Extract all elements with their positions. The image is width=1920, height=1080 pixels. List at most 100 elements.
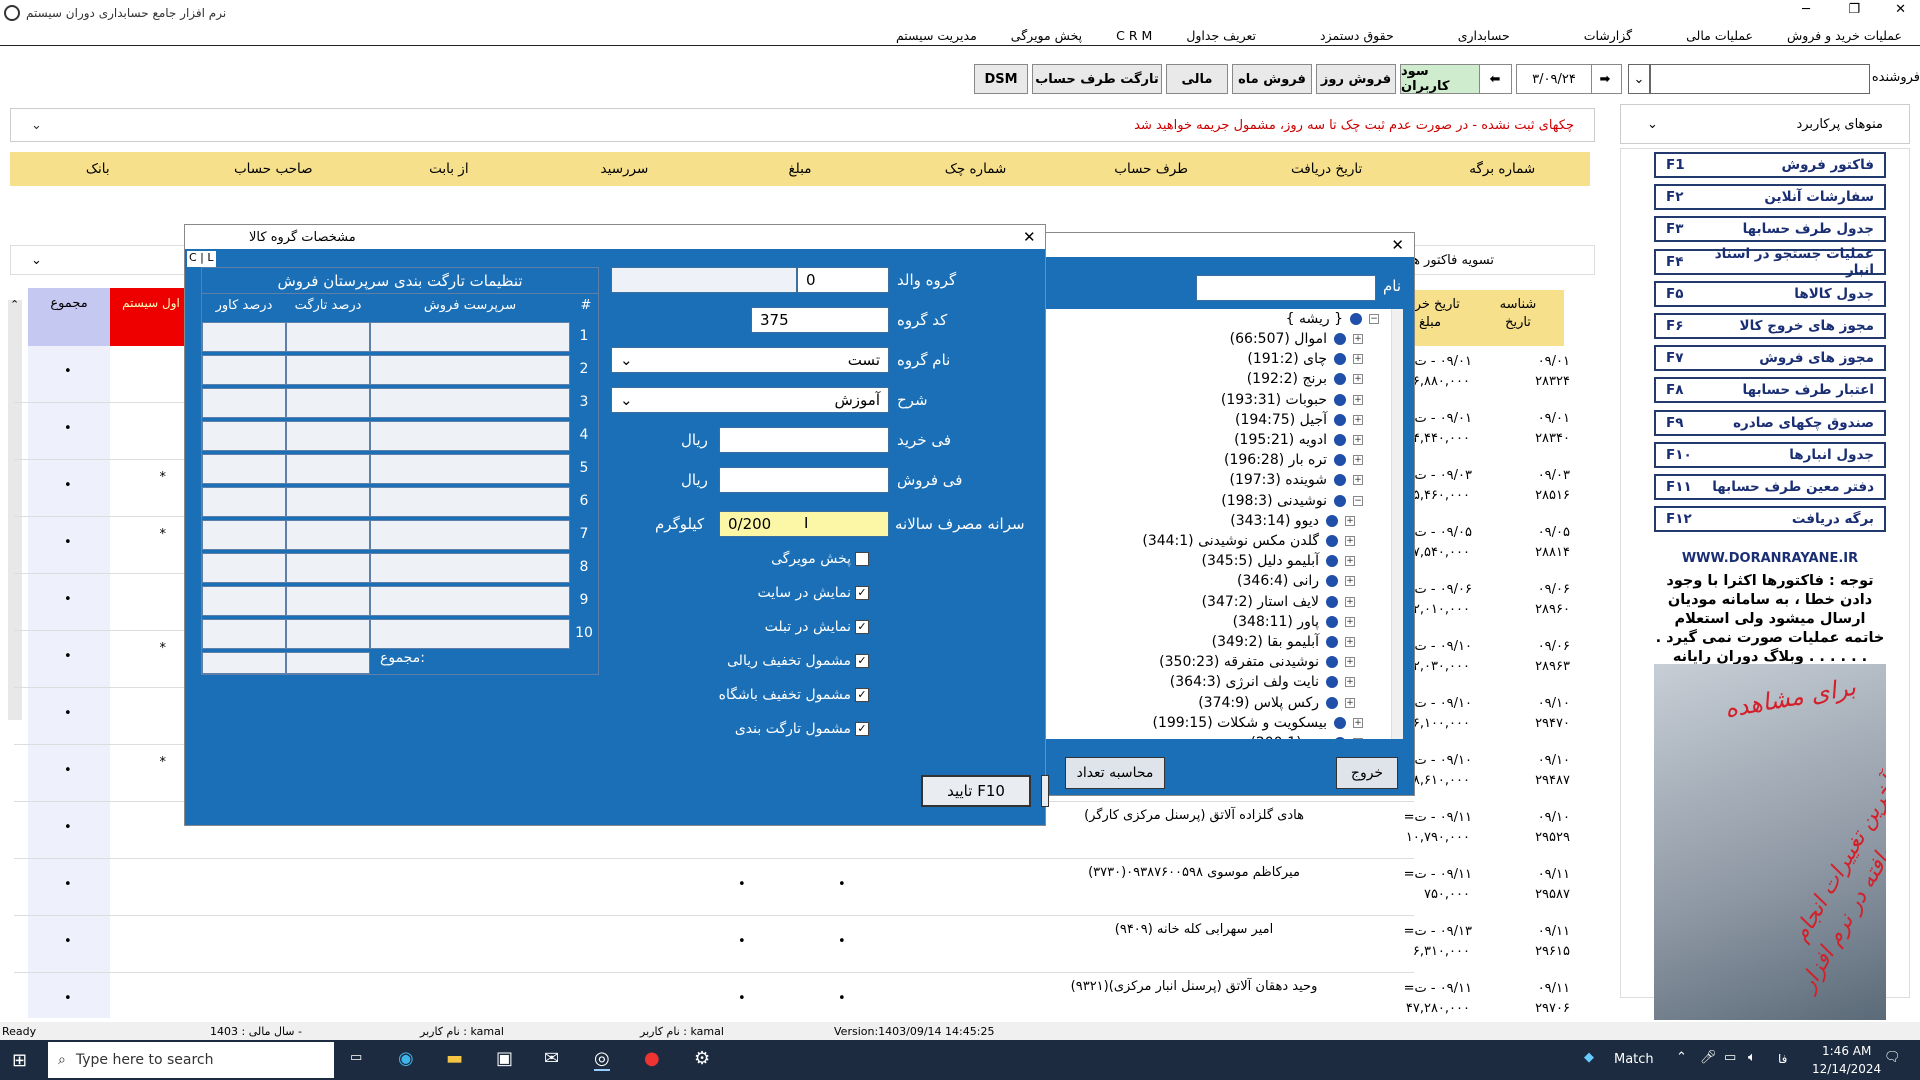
tree-item[interactable]: + ادویه (195:21)	[1234, 432, 1363, 448]
column-header[interactable]: تاریخ دریافت	[1239, 152, 1415, 186]
popular-menu-button[interactable]: صندوق چکهای صادره F۹	[1654, 409, 1886, 436]
volume-icon[interactable]: 🔈︎	[1748, 1050, 1756, 1065]
popular-menu-button[interactable]: سفارشات آنلاین F۲	[1654, 184, 1886, 211]
tree-view[interactable]: − { ریشه } + اموال (66:507) + چای (191:2) + بر…	[1041, 309, 1403, 739]
tree-item[interactable]: + نایت ولف انرژی (364:3)	[1170, 674, 1355, 690]
popular-menu-button[interactable]: دفتر معین طرف حسابها F۱۱	[1654, 474, 1886, 500]
checkbox-icon[interactable]: ✓	[855, 654, 869, 668]
expand-icon[interactable]: +	[1353, 414, 1363, 425]
cover-percent-cell[interactable]	[202, 355, 286, 385]
tree-item[interactable]: + رانی (346:4)	[1237, 573, 1355, 589]
target-percent-cell[interactable]	[286, 421, 370, 451]
tab-user-profit[interactable]: سود کاربران	[1400, 64, 1480, 94]
expand-icon[interactable]: +	[1345, 596, 1355, 607]
supervisor-cell[interactable]	[370, 454, 570, 484]
option-checkbox[interactable]: ✓ مشمول تخفیف باشگاه	[719, 687, 869, 703]
tree-item[interactable]: + تره بار (196:28)	[1224, 452, 1363, 468]
app-icon[interactable]: ◎	[594, 1048, 610, 1071]
column-header[interactable]: صاحب حساب	[186, 152, 362, 186]
column-header[interactable]: سررسید	[537, 152, 713, 186]
popular-menu-button[interactable]: مجوز های خروج کالا F۶	[1654, 313, 1886, 339]
column-header[interactable]: مبلغ	[712, 152, 888, 186]
popular-menu-button[interactable]: فاکتور فروش F1	[1654, 152, 1886, 178]
task-view-icon[interactable]: ▭	[350, 1050, 362, 1065]
target-percent-cell[interactable]	[286, 520, 370, 550]
clock-time[interactable]: 1:46 AM	[1822, 1044, 1871, 1058]
settings-gear-icon[interactable]: ⚙	[694, 1048, 710, 1069]
tree-item[interactable]: + برنج (192:2)	[1247, 371, 1363, 387]
target-percent-cell[interactable]	[286, 388, 370, 418]
next-date-button[interactable]: ➡	[1588, 64, 1622, 94]
cover-percent-cell[interactable]	[202, 388, 286, 418]
menu-item[interactable]: تعریف جداول	[1186, 28, 1256, 43]
collapse-chevron-icon[interactable]: ⌄	[31, 118, 42, 133]
tree-root[interactable]: − { ریشه }	[1286, 311, 1379, 327]
tree-item[interactable]: + نوشیدنی متفرقه (350:23)	[1159, 654, 1355, 670]
match-label[interactable]: Match	[1614, 1052, 1654, 1067]
column-header[interactable]: بانک	[10, 152, 186, 186]
tree-item[interactable]: + پاور (348:11)	[1233, 614, 1355, 630]
expand-icon[interactable]: +	[1345, 657, 1355, 668]
mail-icon[interactable]: ✉	[544, 1048, 559, 1069]
tree-item[interactable]: − نوشیدنی (198:3)	[1221, 493, 1363, 509]
cover-percent-cell[interactable]	[202, 553, 286, 583]
menu-item[interactable]: مدیریت سیستم	[896, 28, 977, 43]
supervisor-cell[interactable]	[370, 355, 570, 385]
tab-dsm[interactable]: DSM	[974, 64, 1028, 94]
scroll-up-icon[interactable]: ⌃	[10, 298, 19, 311]
target-percent-cell[interactable]	[286, 454, 370, 484]
column-header[interactable]: طرف حساب	[1063, 152, 1239, 186]
microphone-icon[interactable]: 🎤︎	[1700, 1050, 1717, 1065]
name-filter-input[interactable]	[1196, 275, 1376, 301]
checkbox-icon[interactable]: ✓	[855, 688, 869, 702]
website-url[interactable]: WWW.DORANRAYANE.IR	[1654, 551, 1886, 566]
seller-input[interactable]	[1650, 64, 1870, 94]
edge-icon[interactable]: ◉	[398, 1048, 414, 1069]
popular-menu-button[interactable]: مجوز های فروش F۷	[1654, 345, 1886, 372]
tab-daily-sales[interactable]: فروش روز	[1316, 64, 1396, 94]
expand-icon[interactable]: +	[1345, 536, 1355, 546]
target-percent-cell[interactable]	[286, 619, 370, 649]
checkbox-icon[interactable]: ✓	[855, 722, 869, 736]
confirm-button[interactable]: تایید F10	[921, 775, 1031, 807]
supervisor-cell[interactable]	[370, 388, 570, 418]
changelog-banner[interactable]: برای مشاهده آخرین تغییرات انجام یافته در…	[1654, 664, 1886, 1020]
close-icon[interactable]: ✕	[1391, 236, 1404, 254]
hidden-button-edge[interactable]	[1041, 775, 1049, 807]
menu-item[interactable]: پخش مویرگی	[1011, 28, 1082, 43]
calc-count-button[interactable]: محاسبه تعداد	[1065, 757, 1165, 789]
expand-icon[interactable]: +	[1353, 334, 1363, 344]
popular-menu-button[interactable]: جدول انبارها F۱۰	[1654, 441, 1886, 468]
column-header[interactable]: شماره برگه	[1414, 152, 1590, 186]
tab-financial[interactable]: مالی	[1166, 64, 1228, 94]
tree-item[interactable]: + حبوبات (193:31)	[1221, 392, 1363, 408]
expand-icon[interactable]: +	[1353, 394, 1363, 405]
group-code-input[interactable]: 375	[751, 307, 889, 333]
cover-percent-cell[interactable]	[202, 322, 286, 352]
menu-item[interactable]: گزارشات	[1584, 28, 1632, 43]
menu-item[interactable]: C R M	[1116, 28, 1152, 43]
minimize-icon[interactable]: ─	[1802, 2, 1810, 17]
option-checkbox[interactable]: ✓ مشمول تارگت بندی	[735, 721, 869, 737]
network-icon[interactable]: ▭	[1724, 1050, 1736, 1065]
checkbox-icon[interactable]	[855, 552, 869, 566]
cover-percent-cell[interactable]	[202, 586, 286, 616]
sell-price-input[interactable]	[719, 467, 889, 493]
menu-item[interactable]: حقوق دستمزد	[1320, 28, 1394, 43]
target-percent-cell[interactable]	[286, 553, 370, 583]
expand-icon[interactable]: +	[1353, 435, 1363, 445]
column-header[interactable]: از بابت	[361, 152, 537, 186]
language-indicator[interactable]: فا	[1778, 1052, 1787, 1066]
expand-icon[interactable]: +	[1345, 576, 1355, 587]
column-header[interactable]: شماره چک	[888, 152, 1064, 186]
expand-icon[interactable]: +	[1345, 637, 1355, 647]
cover-percent-cell[interactable]	[202, 619, 286, 649]
expand-icon[interactable]: +	[1345, 677, 1355, 688]
popular-menu-header[interactable]: منوهای پرکاربرد ⌄	[1620, 104, 1910, 144]
target-percent-cell[interactable]	[286, 322, 370, 352]
cover-percent-cell[interactable]	[202, 520, 286, 550]
tree-item[interactable]: + لایف استار (347:2)	[1202, 594, 1355, 610]
chevron-up-icon[interactable]: ⌃	[1676, 1050, 1687, 1065]
table-row[interactable]: • • • ۰۹/۱۱ ۲۹۶۱۵ ۰۹/۱۳ - ت= ۶,۳۱۰,۰۰۰ امیر سهر…	[14, 916, 1570, 973]
supervisor-cell[interactable]	[370, 586, 570, 616]
